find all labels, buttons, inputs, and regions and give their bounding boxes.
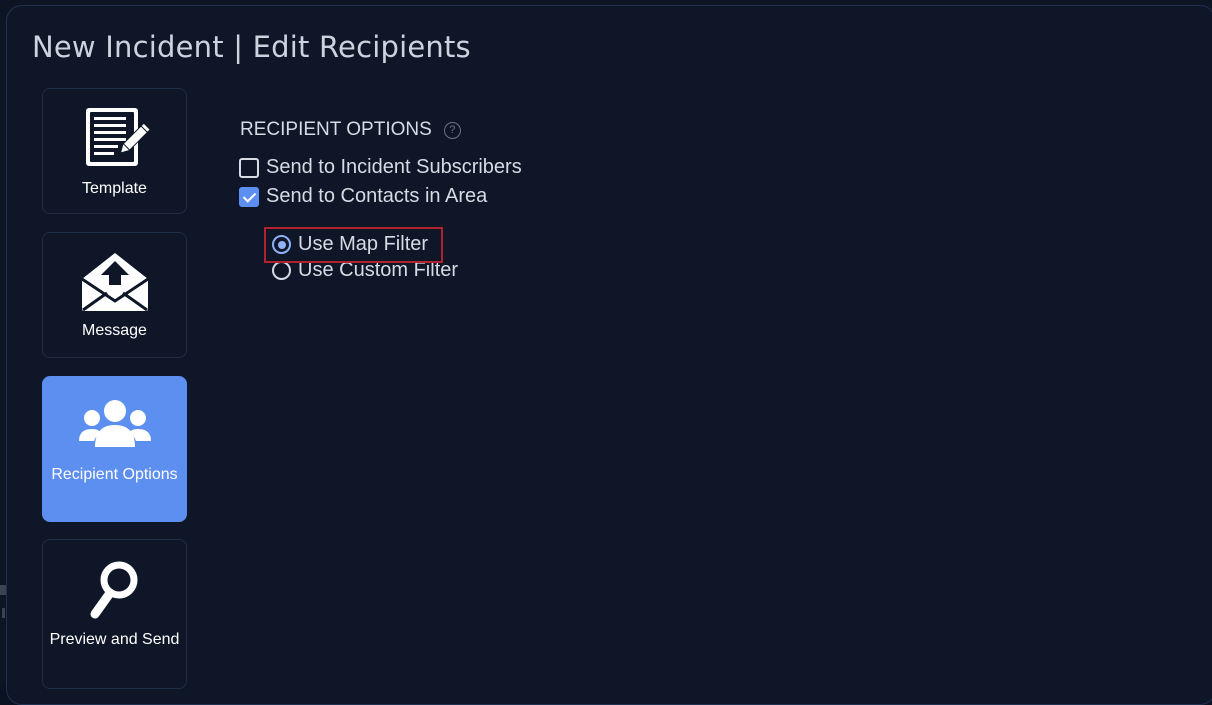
edit-recipients-modal: New Incident | Edit Recipients Template … bbox=[6, 5, 1212, 705]
sidebar-item-label: Template bbox=[82, 180, 147, 197]
users-group-icon bbox=[43, 399, 186, 449]
envelope-upload-icon bbox=[43, 249, 186, 313]
send-to-incident-subscribers-checkbox[interactable]: Send to Incident Subscribers bbox=[239, 156, 522, 179]
document-edit-icon bbox=[43, 105, 186, 173]
help-icon[interactable]: ? bbox=[443, 121, 461, 139]
sidebar-item-label: Message bbox=[82, 322, 147, 339]
magnifier-icon bbox=[43, 558, 186, 622]
recipient-options-heading: RECIPIENT OPTIONS ? bbox=[240, 119, 461, 141]
sidebar-item-template[interactable]: Template bbox=[42, 88, 187, 214]
checkbox-label: Send to Contacts in Area bbox=[266, 185, 488, 207]
section-title: RECIPIENT OPTIONS bbox=[240, 119, 432, 140]
checkbox-box-checked[interactable] bbox=[239, 186, 259, 207]
selection-highlight-box bbox=[264, 227, 443, 263]
modal-title: New Incident | Edit Recipients bbox=[32, 30, 471, 64]
checkbox-box[interactable] bbox=[239, 157, 259, 178]
sidebar-item-recipient-options[interactable]: Recipient Options bbox=[42, 376, 187, 522]
backdrop-fragment bbox=[2, 608, 5, 618]
sidebar-item-message[interactable]: Message bbox=[42, 232, 187, 358]
radio-button[interactable] bbox=[272, 261, 291, 280]
sidebar-item-label: Recipient Options bbox=[51, 466, 178, 483]
sidebar-item-preview-and-send[interactable]: Preview and Send bbox=[42, 539, 187, 689]
checkbox-label: Send to Incident Subscribers bbox=[266, 156, 522, 178]
send-to-contacts-in-area-checkbox[interactable]: Send to Contacts in Area bbox=[239, 185, 487, 208]
sidebar-item-label: Preview and Send bbox=[49, 631, 180, 648]
